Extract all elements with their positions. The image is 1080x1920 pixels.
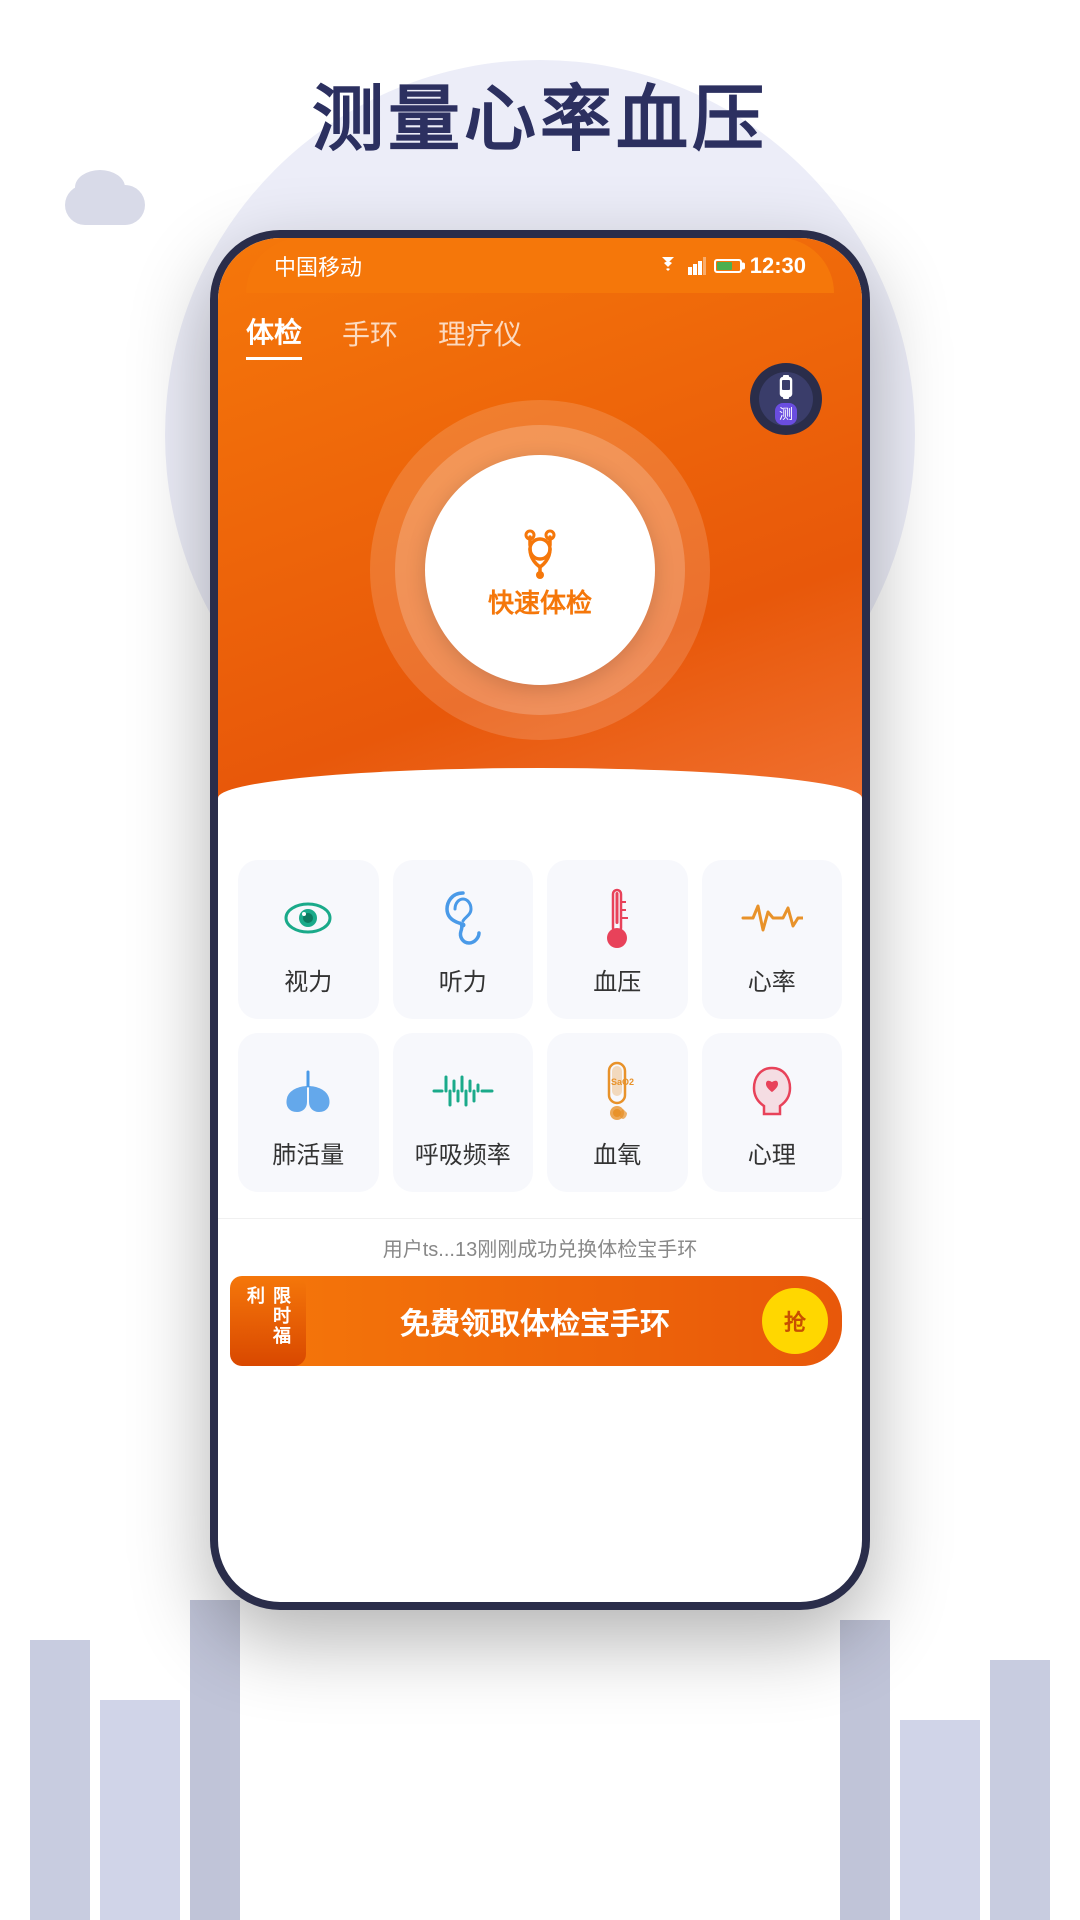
tab-navigation: 体检 手环 理疗仪: [246, 293, 834, 370]
tab-therapy[interactable]: 理疗仪: [438, 313, 522, 359]
outer-ring: 快速体检: [370, 400, 710, 740]
main-circle-area: 快速体检: [246, 370, 834, 760]
oxygen-item[interactable]: SaO2 血氧: [547, 1033, 688, 1192]
thermometer-icon: [602, 888, 632, 948]
lung-icon: [279, 1061, 337, 1121]
status-icons: 12:30: [656, 253, 806, 279]
banner-badge-text: 限时福利: [242, 1286, 294, 1356]
stethoscope-icon: [509, 521, 571, 583]
heartrate-label: 心率: [748, 962, 796, 997]
lung-label: 肺活量: [272, 1135, 344, 1170]
banner[interactable]: 限时福利 免费领取体检宝手环 抢: [238, 1276, 842, 1366]
banner-button[interactable]: 抢: [762, 1288, 828, 1354]
grid-row-2: 肺活量: [238, 1033, 842, 1192]
vision-item[interactable]: 视力: [238, 860, 379, 1019]
health-grid: 视力 听力: [218, 848, 862, 1218]
heartrate-icon: [741, 888, 803, 948]
battery-icon: [714, 259, 742, 273]
header-section: 中国移动: [218, 238, 862, 800]
tab-band[interactable]: 手环: [342, 313, 398, 359]
hearing-label: 听力: [439, 962, 487, 997]
hearing-item[interactable]: 听力: [393, 860, 534, 1019]
mental-icon: [746, 1061, 798, 1121]
breath-icon: [432, 1061, 494, 1121]
phone-frame: 中国移动: [210, 230, 870, 1610]
wave-separator: [218, 798, 862, 848]
bp-item[interactable]: 血压: [547, 860, 688, 1019]
carrier-label: 中国移动: [274, 250, 362, 282]
phone-screen: 中国移动: [218, 238, 862, 1602]
banner-button-label: 抢: [784, 1305, 806, 1337]
mental-label: 心理: [748, 1135, 796, 1170]
signal-icon: [688, 257, 706, 275]
status-time: 12:30: [750, 253, 806, 279]
quick-exam-label: 快速体检: [488, 583, 592, 620]
bp-label: 血压: [593, 962, 641, 997]
middle-ring: 快速体检: [395, 425, 685, 715]
mental-item[interactable]: 心理: [702, 1033, 843, 1192]
banner-text: 免费领取体检宝手环: [308, 1299, 762, 1343]
eye-icon: [282, 888, 334, 948]
breath-item[interactable]: 呼吸频率: [393, 1033, 534, 1192]
page-title: 测量心率血压: [0, 60, 1080, 165]
banner-section: 限时福利 免费领取体检宝手环 抢: [218, 1276, 862, 1382]
status-bar: 中国移动: [246, 238, 834, 293]
lung-item[interactable]: 肺活量: [238, 1033, 379, 1192]
battery-fill: [717, 262, 732, 270]
banner-badge: 限时福利: [230, 1276, 306, 1366]
grid-row-1: 视力 听力: [238, 860, 842, 1019]
breath-label: 呼吸频率: [415, 1135, 511, 1170]
svg-text:SaO2: SaO2: [611, 1077, 634, 1087]
notification-text: 用户ts...13刚刚成功兑换体检宝手环: [383, 1239, 697, 1261]
tab-exam[interactable]: 体检: [246, 311, 302, 360]
heartrate-item[interactable]: 心率: [702, 860, 843, 1019]
notification-bar: 用户ts...13刚刚成功兑换体检宝手环: [218, 1218, 862, 1276]
vision-label: 视力: [284, 962, 332, 997]
quick-exam-button[interactable]: 快速体检: [425, 455, 655, 685]
oxygen-icon: SaO2: [595, 1061, 639, 1121]
cloud-decoration: [55, 160, 165, 225]
oxygen-label: 血氧: [593, 1135, 641, 1170]
ear-icon: [443, 888, 483, 948]
battery-tip: [742, 262, 745, 269]
wifi-icon: [656, 257, 680, 275]
